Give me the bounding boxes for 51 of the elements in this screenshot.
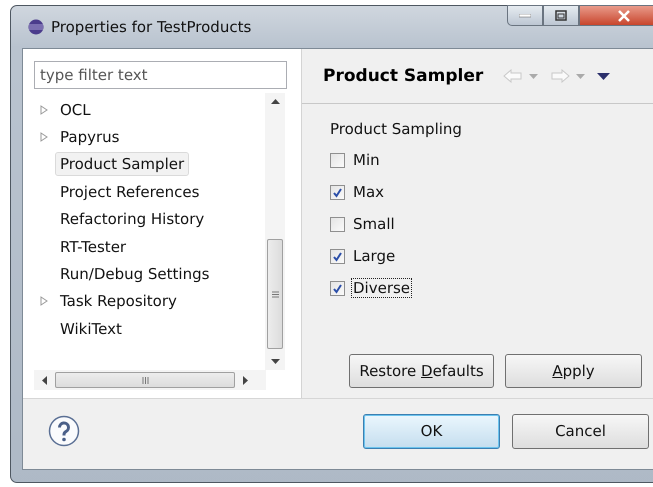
dropdown-arrow-icon[interactable] xyxy=(576,74,586,78)
dropdown-arrow-icon[interactable] xyxy=(529,74,538,78)
expand-arrow-icon[interactable] xyxy=(40,132,48,142)
checkbox-label[interactable]: Min xyxy=(351,150,382,170)
page-title: Product Sampler xyxy=(323,66,484,86)
scroll-down-icon[interactable] xyxy=(270,359,280,364)
close-icon xyxy=(617,10,631,22)
scroll-thumb[interactable] xyxy=(267,239,283,349)
forward-arrow-icon[interactable] xyxy=(550,69,570,83)
scroll-right-icon[interactable] xyxy=(243,376,248,384)
help-icon[interactable] xyxy=(48,415,80,447)
group-label: Product Sampling xyxy=(330,120,463,138)
scroll-left-icon[interactable] xyxy=(42,376,47,384)
maximize-button[interactable] xyxy=(543,5,579,26)
checkbox-label[interactable]: Large xyxy=(351,246,398,266)
view-menu-icon[interactable] xyxy=(597,72,610,80)
checkbox[interactable] xyxy=(330,152,345,168)
restore-icon xyxy=(555,10,567,21)
globe-icon xyxy=(28,19,44,35)
tree-item[interactable]: Refactoring History xyxy=(55,207,210,232)
checkbox-label[interactable]: Small xyxy=(351,214,397,234)
action-button[interactable]: Apply xyxy=(505,354,642,388)
close-button[interactable] xyxy=(579,5,653,26)
horizontal-scrollbar[interactable] xyxy=(34,370,266,390)
checkbox-label[interactable]: Diverse xyxy=(351,278,412,298)
tree-item[interactable]: Papyrus xyxy=(55,125,124,150)
tree-item[interactable]: Task Repository xyxy=(55,289,182,314)
expand-arrow-icon[interactable] xyxy=(40,296,48,306)
checkbox[interactable] xyxy=(330,280,345,296)
tree-item[interactable]: WikiText xyxy=(55,316,127,341)
checkbox[interactable] xyxy=(330,248,345,264)
tree-item[interactable]: RT-Tester xyxy=(55,234,132,259)
action-button[interactable]: Restore Defaults xyxy=(349,354,494,388)
checkbox-label[interactable]: Max xyxy=(351,182,386,202)
minimize-icon xyxy=(519,14,531,18)
expand-arrow-icon[interactable] xyxy=(40,104,48,115)
dialog-button[interactable]: Cancel xyxy=(512,414,649,448)
vertical-scrollbar[interactable] xyxy=(265,93,285,370)
minimize-button[interactable] xyxy=(507,5,543,26)
scroll-thumb[interactable] xyxy=(55,372,235,388)
filter-field[interactable]: type filter text xyxy=(34,61,287,89)
back-arrow-icon[interactable] xyxy=(503,69,524,83)
window-title: Properties for TestProducts xyxy=(51,18,252,36)
scroll-up-icon[interactable] xyxy=(270,99,280,104)
tree-item[interactable]: Project References xyxy=(55,180,204,204)
tree-item[interactable]: OCL xyxy=(55,98,96,122)
tree-item[interactable]: Run/Debug Settings xyxy=(55,262,214,286)
tree-item[interactable]: Product Sampler xyxy=(55,152,190,176)
checkbox[interactable] xyxy=(330,216,345,232)
dialog-button[interactable]: OK xyxy=(363,414,500,448)
checkbox[interactable] xyxy=(330,184,345,200)
